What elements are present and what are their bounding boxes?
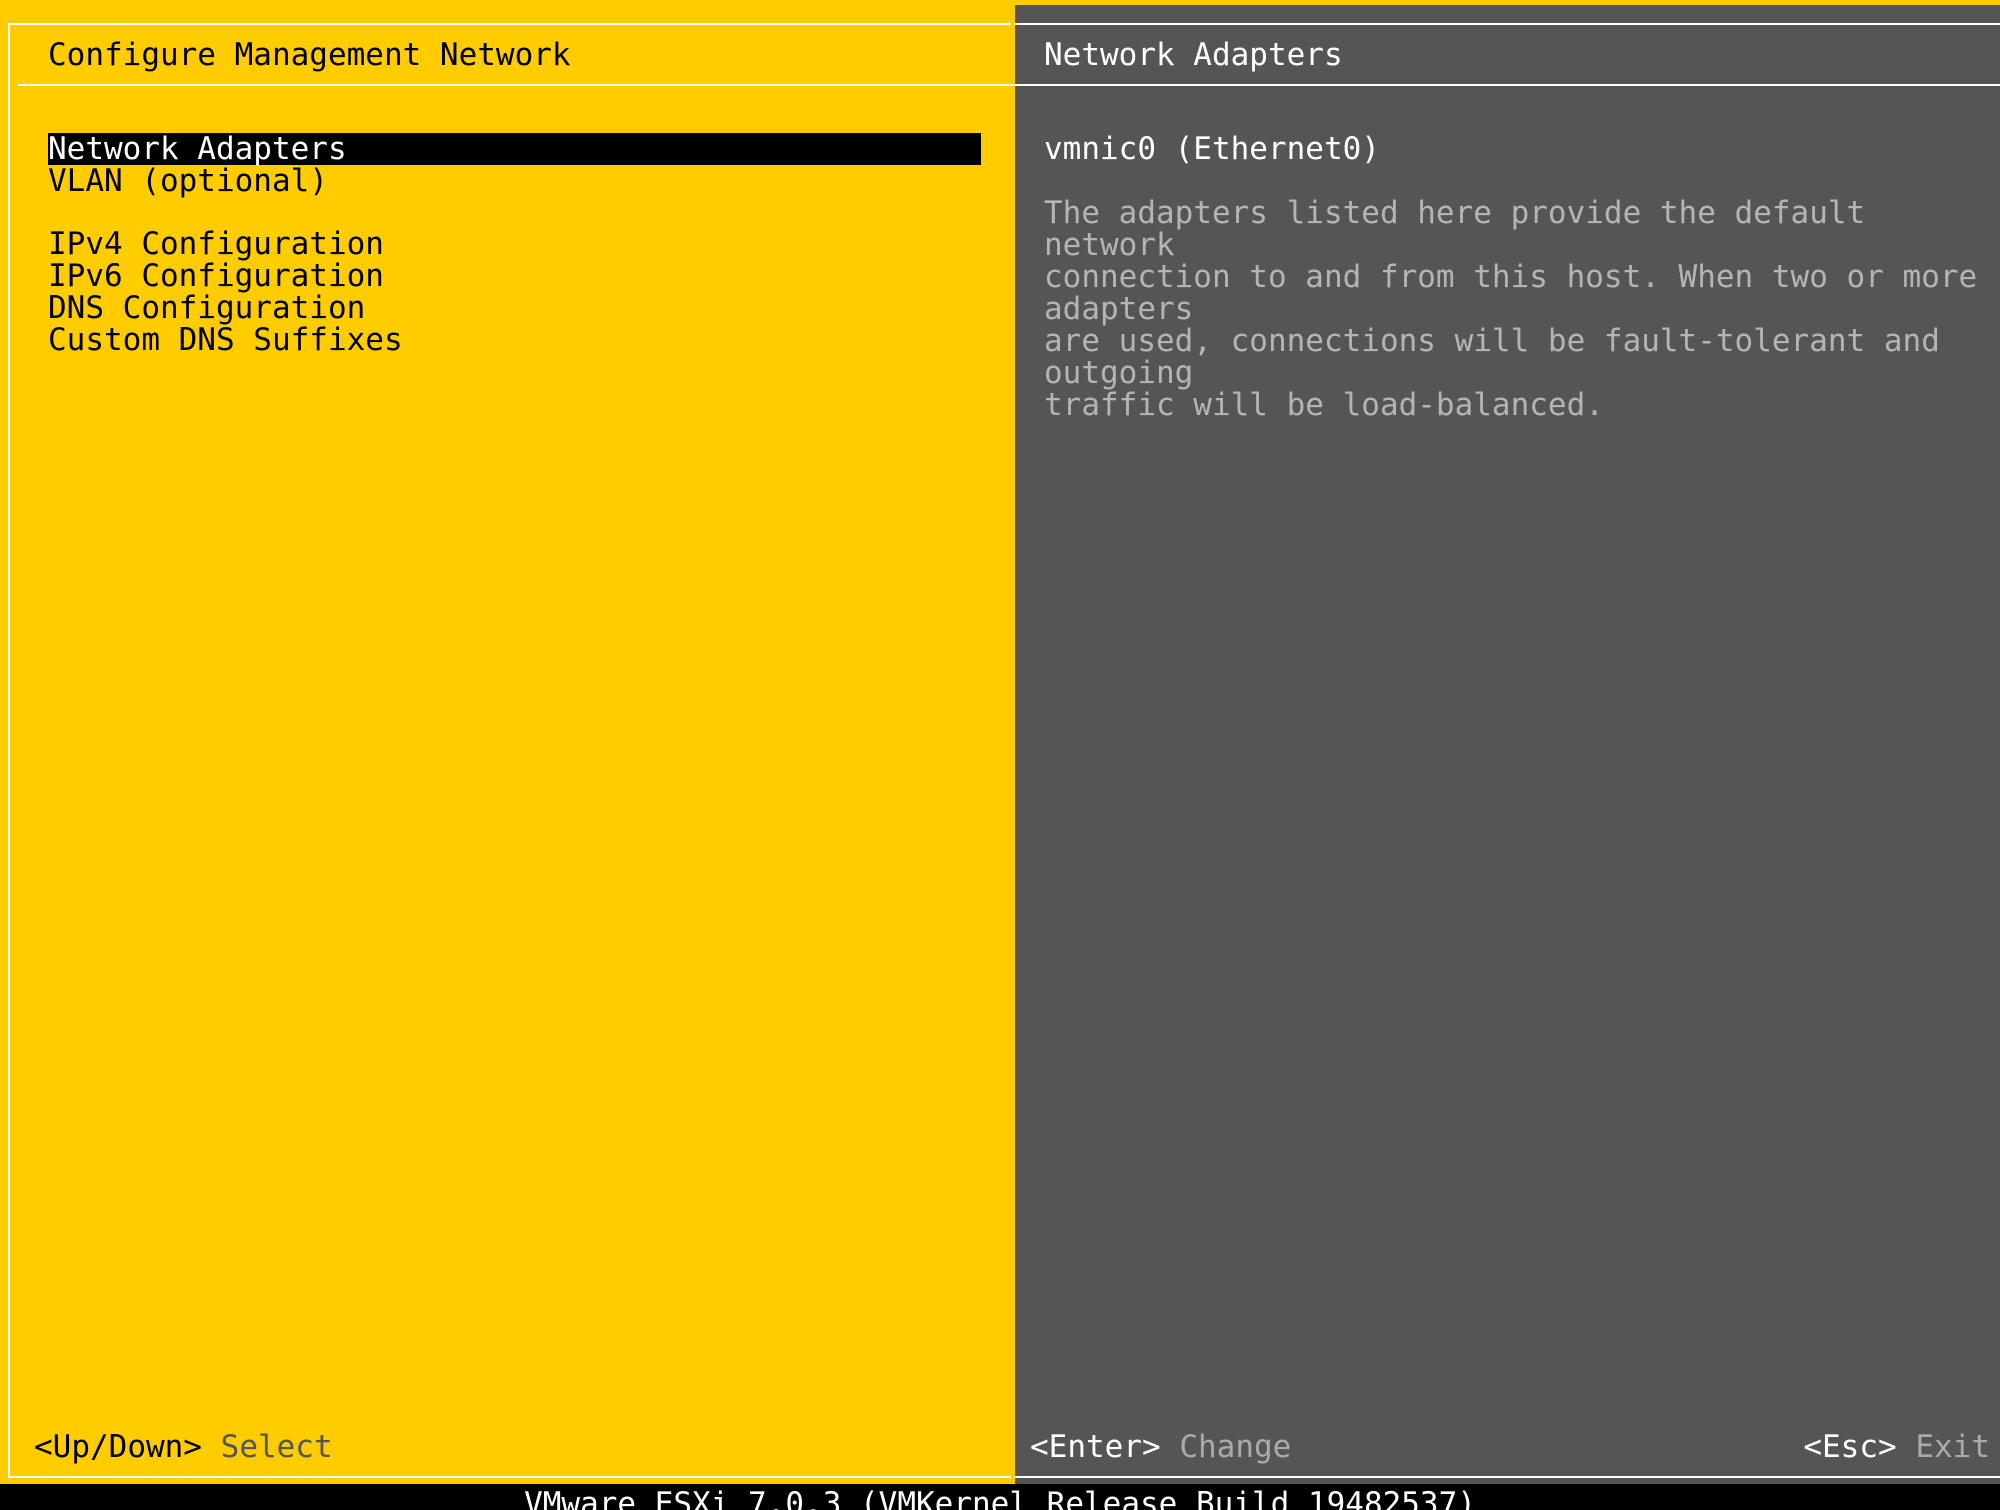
adapter-description: The adapters listed here provide the def…: [1044, 195, 1978, 423]
menu-spacer: [48, 197, 981, 228]
menu-item-ipv4-configuration[interactable]: IPv4 Configuration: [48, 228, 981, 260]
menu-item-dns-configuration[interactable]: DNS Configuration: [48, 292, 981, 324]
menu-panel-title-divider: [18, 84, 1015, 86]
menu-panel: Configure Management Network Network Ada…: [0, 5, 1015, 1484]
select-action: Select: [220, 1429, 333, 1465]
adapter-name: vmnic0 (Ethernet0): [1044, 131, 1380, 167]
menu-item-custom-dns-suffixes[interactable]: Custom DNS Suffixes: [48, 324, 981, 356]
menu-panel-title: Configure Management Network: [48, 37, 571, 73]
enter-key[interactable]: <Enter>: [1030, 1429, 1161, 1465]
exit-action: Exit: [1915, 1429, 1990, 1465]
esc-key[interactable]: <Esc>: [1803, 1429, 1896, 1465]
menu-item-network-adapters[interactable]: Network Adapters: [48, 133, 981, 165]
detail-panel: Network Adapters vmnic0 (Ethernet0) The …: [1015, 5, 2000, 1484]
network-menu: Network Adapters VLAN (optional) IPv4 Co…: [48, 133, 981, 356]
menu-item-vlan[interactable]: VLAN (optional): [48, 165, 981, 197]
change-action: Change: [1179, 1429, 1292, 1465]
exit-hint: <Esc> Exit: [1803, 1431, 1990, 1463]
change-hint: <Enter> Change: [1030, 1431, 1291, 1463]
detail-panel-title-divider: [1015, 84, 2000, 86]
detail-panel-title: Network Adapters: [1044, 37, 1343, 73]
status-bar: VMware ESXi 7.0.3 (VMKernel Release Buil…: [0, 1484, 2000, 1510]
menu-item-ipv6-configuration[interactable]: IPv6 Configuration: [48, 260, 981, 292]
select-hint: <Up/Down> Select: [34, 1431, 333, 1463]
build-info: VMware ESXi 7.0.3 (VMKernel Release Buil…: [524, 1486, 1476, 1510]
select-key[interactable]: <Up/Down>: [34, 1429, 202, 1465]
dcui-screen: Configure Management Network Network Ada…: [0, 0, 2000, 1484]
